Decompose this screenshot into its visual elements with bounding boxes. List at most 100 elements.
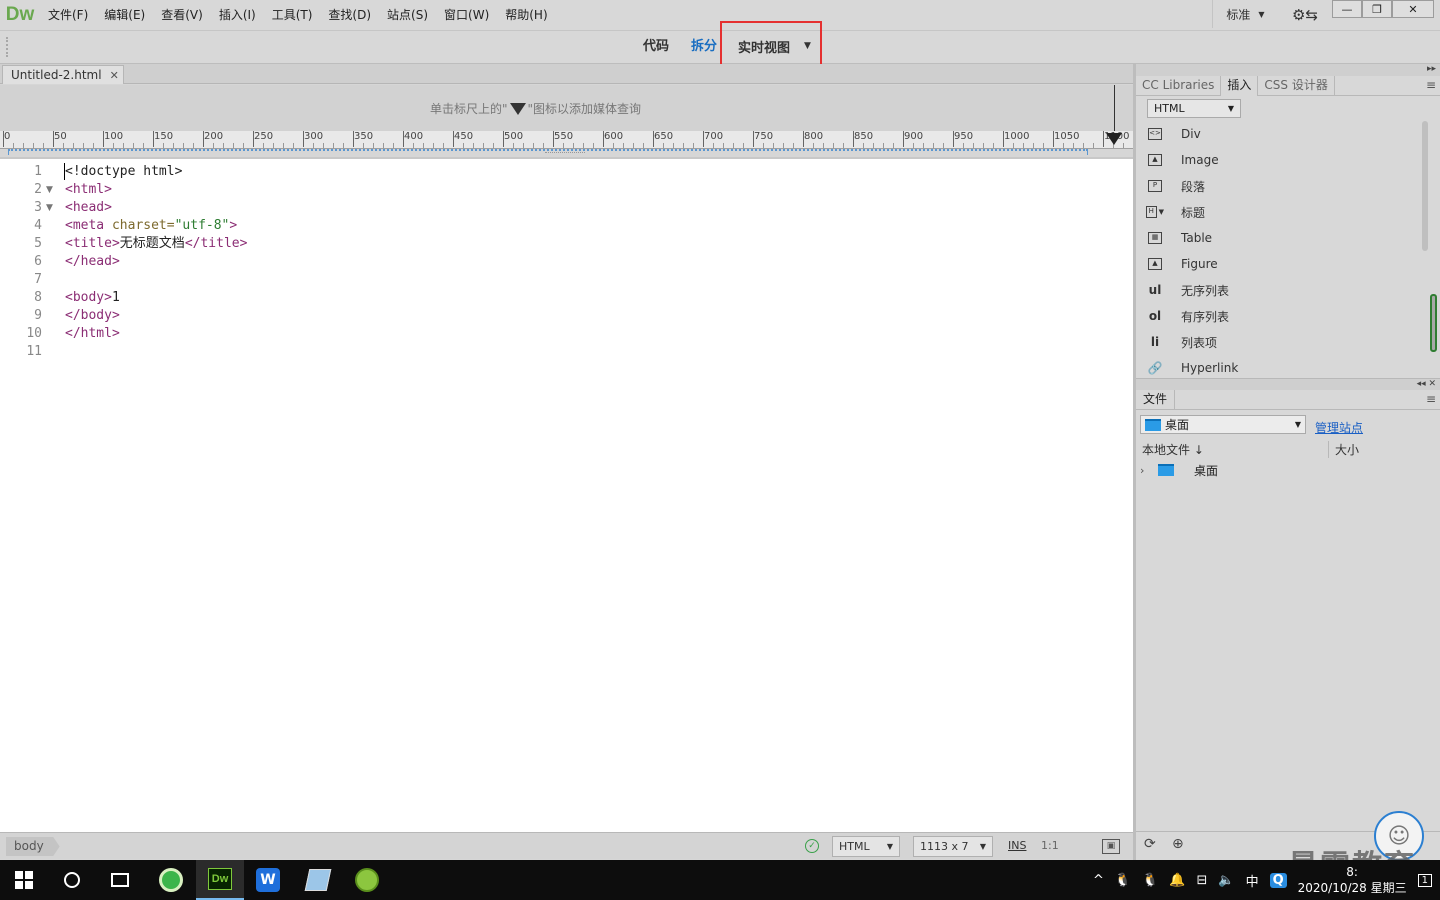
panel-tab[interactable]: 插入 (1221, 76, 1259, 96)
split-view-button[interactable]: 拆分 (691, 31, 717, 63)
ruler-minor-tick (613, 143, 614, 148)
close-icon[interactable]: ✕ (110, 69, 119, 82)
ruler-minor-tick (743, 143, 744, 148)
preview-icon[interactable]: ▣ (1102, 839, 1120, 854)
menu-item[interactable]: 编辑(E) (96, 0, 153, 30)
collapse-icon[interactable]: ▸▸ (1136, 64, 1440, 76)
insert-item[interactable]: ul 无序列表 (1146, 277, 1229, 303)
refresh-icon[interactable]: ⟳ (1144, 836, 1156, 852)
ruler-minor-tick (143, 143, 144, 148)
page-scrollbar[interactable] (1430, 294, 1437, 352)
menu-item[interactable]: 帮助(H) (497, 0, 555, 30)
code-token: 1 (111, 290, 120, 305)
minimize-button[interactable]: — (1332, 0, 1362, 18)
insert-item[interactable]: H ▼ 标题 (1146, 199, 1205, 225)
insert-category-dropdown[interactable]: HTML ▼ (1147, 99, 1241, 118)
notepad-app-icon[interactable] (294, 860, 342, 900)
code-line[interactable]: <html> (65, 181, 112, 199)
qq-icon-2[interactable]: 🐧 (1142, 873, 1158, 888)
close-window-button[interactable]: ✕ (1392, 0, 1434, 18)
menu-item[interactable]: 站点(S) (379, 0, 436, 30)
menu-item[interactable]: 文件(F) (40, 0, 96, 30)
volume-icon[interactable]: 🔈 (1218, 873, 1234, 888)
connect-icon[interactable]: ⊕ (1172, 836, 1184, 852)
insert-item[interactable]: P 段落 (1146, 173, 1205, 199)
menu-item[interactable]: 查看(V) (153, 0, 211, 30)
doctype-dropdown[interactable]: HTML ▼ (832, 836, 900, 857)
code-line[interactable]: <!doctype html> (65, 163, 182, 181)
fold-toggle-icon[interactable]: ▼ (46, 181, 53, 199)
code-line[interactable]: <title>无标题文档</title> (65, 235, 247, 253)
browser-app-icon[interactable] (147, 860, 195, 900)
gear-icon[interactable]: ⚙⇆ (1290, 4, 1320, 26)
code-line[interactable]: </html> (65, 325, 120, 343)
insert-item[interactable]: li 列表项 (1146, 329, 1217, 355)
panel-tab[interactable]: CC Libraries (1136, 76, 1222, 96)
qq-icon[interactable]: 🐧 (1115, 873, 1131, 888)
task-view-icon[interactable] (96, 860, 144, 900)
tree-item[interactable]: › 桌面 (1140, 461, 1218, 479)
dw-logo: Dw (5, 4, 35, 25)
panel-menu-icon[interactable]: ≡ (1426, 392, 1436, 406)
chevron-down-icon: ▼ (804, 41, 811, 51)
code-view-button[interactable]: 代码 (643, 31, 669, 63)
code-line[interactable]: </head> (65, 253, 120, 271)
split-resize-handle[interactable] (545, 152, 585, 156)
qq-browser-icon[interactable]: Q (1269, 872, 1287, 888)
files-tab[interactable]: 文件 (1136, 390, 1176, 410)
window-size-dropdown[interactable]: 1113 x 7 ▼ (913, 836, 993, 857)
ruler-tick-label: 1050 (1054, 131, 1080, 142)
tag-selector[interactable]: body (6, 837, 60, 856)
clock[interactable]: 8: 2020/10/28 星期三 (1298, 864, 1407, 896)
fold-toggle-icon[interactable]: ▼ (46, 199, 53, 217)
check-icon[interactable]: ✓ (805, 839, 819, 853)
manage-sites-link[interactable]: 管理站点 (1315, 419, 1363, 436)
document-tab[interactable]: Untitled-2.html ✕ (2, 65, 124, 84)
bell-icon[interactable]: 🔔 (1169, 873, 1185, 888)
ruler-minor-tick (363, 143, 364, 148)
insert-item[interactable]: <> Div (1146, 121, 1201, 147)
col-local-files[interactable]: 本地文件 ↓ (1142, 441, 1204, 458)
media-app-icon[interactable] (343, 860, 391, 900)
code-line[interactable]: </body> (65, 307, 120, 325)
ruler-minor-tick (33, 143, 34, 148)
chevron-right-icon[interactable]: › (1140, 464, 1158, 477)
chevron-up-icon[interactable]: ^ (1093, 873, 1104, 888)
insert-mode[interactable]: INS (1008, 839, 1026, 852)
windows-start-icon[interactable] (0, 860, 48, 900)
code-line[interactable]: <head> (65, 199, 112, 217)
ime-indicator[interactable]: 中 (1246, 871, 1259, 890)
ruler-marker-icon[interactable] (1106, 133, 1122, 145)
code-line[interactable]: <meta charset="utf-8"> (65, 217, 237, 235)
ruler-minor-tick (913, 143, 914, 148)
menu-item[interactable]: 插入(I) (211, 0, 264, 30)
search-icon[interactable] (48, 860, 96, 900)
menu-item[interactable]: 窗口(W) (436, 0, 497, 30)
ruler-minor-tick (423, 143, 424, 148)
insert-item[interactable]: ▦ Table (1146, 225, 1212, 251)
dreamweaver-app-icon[interactable]: Dw (196, 860, 244, 900)
ruler-minor-tick (1023, 143, 1024, 148)
wps-app-icon[interactable]: W (244, 860, 292, 900)
code-line[interactable]: <body>1 (65, 289, 120, 307)
files-panel-controls[interactable]: ◂◂ ✕ (1136, 379, 1440, 390)
insert-item[interactable]: ol 有序列表 (1146, 303, 1229, 329)
panel-menu-icon[interactable]: ≡ (1426, 78, 1436, 92)
workspace-dropdown[interactable]: 标准 ▼ (1212, 0, 1278, 28)
panel-scrollbar[interactable] (1422, 121, 1428, 251)
site-dropdown[interactable]: 桌面 ▼ (1140, 415, 1306, 434)
ruler-minor-tick (73, 143, 74, 148)
code-editor[interactable]: 1 <!doctype html> 2 ▼ <html> 3 ▼ <head> 4 <meta c… (0, 157, 1133, 832)
insert-item[interactable]: ▲ Figure (1146, 251, 1218, 277)
workspace-label: 标准 (1226, 7, 1251, 22)
ruler-minor-tick (1063, 143, 1064, 148)
network-icon[interactable]: ⊟ (1196, 873, 1207, 888)
menu-item[interactable]: 工具(T) (264, 0, 321, 30)
panel-tab[interactable]: CSS 设计器 (1258, 76, 1335, 96)
ruler[interactable]: 0 50 100 150 200 250 300 350 400 450 500 550 600 650 7… (0, 131, 1133, 149)
restore-button[interactable]: ❐ (1362, 0, 1392, 18)
notification-icon[interactable]: 1 (1417, 873, 1432, 887)
insert-item[interactable]: ▲ Image (1146, 147, 1219, 173)
col-size[interactable]: 大小 (1328, 441, 1359, 458)
menu-item[interactable]: 查找(D) (320, 0, 379, 30)
